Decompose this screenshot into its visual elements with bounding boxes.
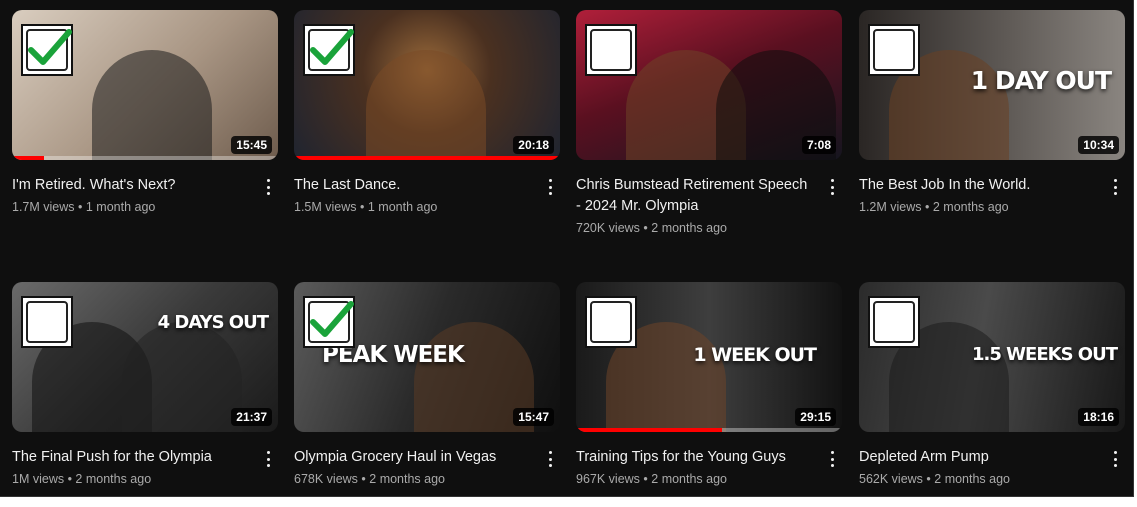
video-stats: 562K views • 2 months ago — [859, 472, 1011, 486]
duration-badge: 20:18 — [513, 136, 554, 154]
duration-badge: 21:37 — [231, 408, 272, 426]
more-options-icon[interactable] — [260, 449, 276, 469]
checkbox-frame — [873, 29, 915, 71]
select-checkbox[interactable] — [868, 296, 920, 348]
more-options-icon[interactable] — [1107, 449, 1123, 469]
video-title[interactable]: The Best Job In the World. — [859, 175, 1095, 196]
duration-badge: 18:16 — [1078, 408, 1119, 426]
video-card[interactable]: 1 WEEK OUT 29:15 Training Tips for the Y… — [576, 282, 842, 486]
view-count: 1.7M views — [12, 200, 75, 214]
view-count: 562K views — [859, 472, 923, 486]
progress-track — [12, 156, 278, 160]
select-checkbox[interactable] — [21, 296, 73, 348]
video-title[interactable]: Depleted Arm Pump — [859, 447, 1095, 468]
duration-badge: 15:45 — [231, 136, 272, 154]
checkmark-icon — [28, 29, 72, 65]
select-checkbox[interactable] — [585, 296, 637, 348]
duration-badge: 29:15 — [795, 408, 836, 426]
video-stats: 720K views • 2 months ago — [576, 221, 728, 235]
select-checkbox[interactable] — [21, 24, 73, 76]
more-options-icon[interactable] — [824, 449, 840, 469]
video-title[interactable]: Chris Bumstead Retirement Speech - 2024 … — [576, 175, 812, 217]
upload-age: 2 months ago — [75, 472, 152, 486]
upload-age: 2 months ago — [651, 472, 728, 486]
select-checkbox[interactable] — [868, 24, 920, 76]
duration-badge: 10:34 — [1078, 136, 1119, 154]
video-grid: 15:45 I'm Retired. What's Next? 1.7M vie… — [0, 0, 1134, 497]
video-thumbnail[interactable]: 1 DAY OUT 10:34 — [859, 10, 1125, 160]
thumbnail-figure — [92, 50, 212, 160]
video-card[interactable]: 1 DAY OUT 10:34 The Best Job In the Worl… — [859, 10, 1125, 214]
select-checkbox[interactable] — [303, 24, 355, 76]
watch-progress — [294, 156, 560, 160]
view-count: 720K views — [576, 221, 640, 235]
upload-age: 2 months ago — [651, 221, 728, 235]
video-title[interactable]: The Last Dance. — [294, 175, 530, 196]
video-title[interactable]: Training Tips for the Young Guys — [576, 447, 812, 468]
video-stats: 1.2M views • 2 months ago — [859, 200, 1009, 214]
watch-progress — [576, 428, 723, 432]
checkbox-frame — [26, 301, 68, 343]
video-card[interactable]: 7:08 Chris Bumstead Retirement Speech - … — [576, 10, 842, 235]
checkbox-frame — [590, 29, 632, 71]
video-thumbnail[interactable]: 7:08 — [576, 10, 842, 160]
thumbnail-overlay-text: 1 WEEK OUT — [693, 344, 817, 366]
upload-age: 2 months ago — [932, 200, 1009, 214]
checkmark-icon — [310, 301, 354, 337]
view-count: 967K views — [576, 472, 640, 486]
video-stats: 967K views • 2 months ago — [576, 472, 728, 486]
video-thumbnail[interactable]: 15:45 — [12, 10, 278, 160]
video-thumbnail[interactable]: 4 DAYS OUT 21:37 — [12, 282, 278, 432]
checkmark-icon — [310, 29, 354, 65]
video-thumbnail[interactable]: PEAK WEEK 15:47 — [294, 282, 560, 432]
duration-badge: 7:08 — [801, 136, 836, 154]
video-card[interactable]: PEAK WEEK 15:47 Olympia Grocery Haul in … — [294, 282, 560, 486]
video-card[interactable]: 20:18 The Last Dance. 1.5M views • 1 mon… — [294, 10, 560, 214]
video-stats: 1.5M views • 1 month ago — [294, 200, 438, 214]
view-count: 1.5M views — [294, 200, 357, 214]
thumbnail-figure — [366, 50, 486, 160]
thumbnail-overlay-text: 4 DAYS OUT — [157, 312, 269, 333]
checkbox-frame — [873, 301, 915, 343]
view-count: 1M views — [12, 472, 65, 486]
watch-progress — [12, 156, 44, 160]
more-options-icon[interactable] — [260, 177, 276, 197]
view-count: 1.2M views — [859, 200, 922, 214]
thumbnail-figure — [122, 322, 242, 432]
thumbnail-overlay-text: 1.5 WEEKS OUT — [972, 344, 1118, 365]
thumbnail-overlay-text: 1 DAY OUT — [970, 66, 1112, 95]
upload-age: 2 months ago — [934, 472, 1011, 486]
select-checkbox[interactable] — [303, 296, 355, 348]
video-title[interactable]: I'm Retired. What's Next? — [12, 175, 248, 196]
upload-age: 2 months ago — [369, 472, 446, 486]
upload-age: 1 month ago — [367, 200, 438, 214]
video-stats: 1M views • 2 months ago — [12, 472, 152, 486]
more-options-icon[interactable] — [542, 449, 558, 469]
checkbox-frame — [590, 301, 632, 343]
view-count: 678K views — [294, 472, 358, 486]
video-stats: 1.7M views • 1 month ago — [12, 200, 156, 214]
video-card[interactable]: 4 DAYS OUT 21:37 The Final Push for the … — [12, 282, 278, 486]
more-options-icon[interactable] — [1107, 177, 1123, 197]
upload-age: 1 month ago — [85, 200, 156, 214]
video-card[interactable]: 15:45 I'm Retired. What's Next? 1.7M vie… — [12, 10, 278, 214]
video-thumbnail[interactable]: 1 WEEK OUT 29:15 — [576, 282, 842, 432]
select-checkbox[interactable] — [585, 24, 637, 76]
more-options-icon[interactable] — [824, 177, 840, 197]
video-stats: 678K views • 2 months ago — [294, 472, 446, 486]
video-thumbnail[interactable]: 20:18 — [294, 10, 560, 160]
more-options-icon[interactable] — [542, 177, 558, 197]
duration-badge: 15:47 — [513, 408, 554, 426]
video-card[interactable]: 1.5 WEEKS OUT 18:16 Depleted Arm Pump 56… — [859, 282, 1125, 486]
video-title[interactable]: The Final Push for the Olympia — [12, 447, 248, 468]
video-title[interactable]: Olympia Grocery Haul in Vegas — [294, 447, 530, 468]
video-thumbnail[interactable]: 1.5 WEEKS OUT 18:16 — [859, 282, 1125, 432]
